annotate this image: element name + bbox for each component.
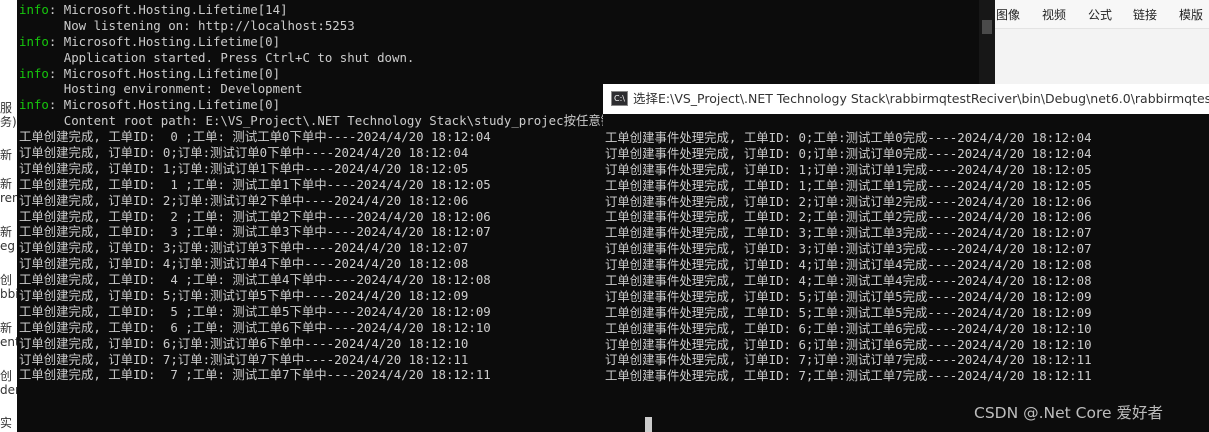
log-message: 订单创建完成, 订单ID: 3;订单:测试订单3下单中----2024/4/20… — [19, 240, 469, 256]
terminal-line: 订单创建事件处理完成, 订单ID: 5;订单:测试订单5完成----2024/4… — [605, 288, 1092, 304]
left-strip-fragment: 创 — [0, 273, 13, 287]
log-message: 订单创建完成, 订单ID: 1;订单:测试订单1下单中----2024/4/20… — [19, 160, 469, 176]
left-strip-fragment: 实 — [0, 416, 13, 430]
editor-toolbar: 图像 视频 公式 链接 模版 — [980, 0, 1209, 29]
terminal-line: 订单创建事件处理完成, 订单ID: 7;订单:测试订单7完成----2024/4… — [605, 352, 1092, 368]
toolbar-formula-button[interactable]: 公式 — [1088, 6, 1112, 23]
terminal-line: info: Microsoft.Hosting.Lifetime[0] — [19, 66, 979, 82]
terminal-line: 订单创建事件处理完成, 订单ID: 0;订单:测试订单0完成----2024/4… — [605, 145, 1092, 161]
terminal-line: 工单创建事件处理完成, 工单ID: 4;工单:测试工单4完成----2024/4… — [605, 273, 1092, 289]
toolbar-template-button[interactable]: 模版 — [1179, 6, 1203, 23]
log-message: 订单创建完成, 订单ID: 5;订单:测试订单5下单中----2024/4/20… — [19, 288, 469, 304]
left-strip-fragment: 务) — [0, 115, 17, 129]
log-level-label: info — [19, 2, 49, 17]
log-message: 工单创建完成, 工单ID: 4 ;工单: 测试工单4下单中----2024/4/… — [19, 272, 491, 288]
terminal-line: 工单创建事件处理完成, 工单ID: 3;工单:测试工单3完成----2024/4… — [605, 225, 1092, 241]
log-message: Now listening on: http://localhost:5253 — [19, 17, 355, 33]
terminal-line: Application started. Press Ctrl+C to shu… — [19, 50, 979, 66]
left-strip-fragment: bbi — [0, 287, 19, 301]
terminal-line: 订单创建事件处理完成, 订单ID: 1;订单:测试订单1完成----2024/4… — [605, 161, 1092, 177]
log-message: 工单创建完成, 工单ID: 0 ;工单: 测试工单0下单中----2024/4/… — [19, 129, 491, 145]
console-app-icon: C:\ — [611, 91, 628, 106]
terminal-titlebar[interactable]: C:\ 选择E:\VS_Project\.NET Technology Stack… — [603, 84, 1209, 114]
left-strip-fragment: 新 — [0, 321, 13, 335]
log-message: 工单创建完成, 工单ID: 7 ;工单: 测试工单7下单中----2024/4/… — [19, 367, 491, 383]
scrollbar-thumb[interactable] — [982, 20, 992, 34]
toolbar-video-button[interactable]: 视频 — [1042, 6, 1066, 23]
window-title: 选择E:\VS_Project\.NET Technology Stack\ra… — [633, 91, 1209, 106]
terminal-line: 订单创建事件处理完成, 订单ID: 2;订单:测试订单2完成----2024/4… — [605, 193, 1092, 209]
log-message: : Microsoft.Hosting.Lifetime[14] — [48, 2, 288, 17]
log-message: 订单创建完成, 订单ID: 6;订单:测试订单6下单中----2024/4/20… — [19, 335, 469, 351]
log-message: 订单创建完成, 订单ID: 0;订单:测试订单0下单中----2024/4/20… — [19, 145, 469, 161]
log-message: 订单创建完成, 订单ID: 4;订单:测试订单4下单中----2024/4/20… — [19, 256, 469, 272]
left-strip-fragment: 新 — [0, 177, 13, 191]
log-message: : Microsoft.Hosting.Lifetime[0] — [48, 97, 281, 113]
toolbar-link-button[interactable]: 链接 — [1133, 6, 1157, 23]
terminal-line: 工单创建事件处理完成, 工单ID: 2;工单:测试工单2完成----2024/4… — [605, 209, 1092, 225]
log-message: : Microsoft.Hosting.Lifetime[0] — [48, 65, 281, 81]
log-level-label: info — [19, 65, 49, 81]
log-message: 工单创建完成, 工单ID: 5 ;工单: 测试工单5下单中----2024/4/… — [19, 303, 491, 319]
log-message: 工单创建完成, 工单ID: 3 ;工单: 测试工单3下单中----2024/4/… — [19, 224, 491, 240]
terminal-line: info: Microsoft.Hosting.Lifetime[0] — [19, 34, 979, 50]
log-message: 工单创建完成, 工单ID: 2 ;工单: 测试工单2下单中----2024/4/… — [19, 208, 491, 224]
text-cursor — [645, 417, 652, 432]
log-level-label: info — [19, 97, 49, 113]
terminal-line: 订单创建事件处理完成, 订单ID: 3;订单:测试订单3完成----2024/4… — [605, 241, 1092, 257]
terminal-line: 工单创建事件处理完成, 工单ID: 5;工单:测试工单5完成----2024/4… — [605, 304, 1092, 320]
log-message: : Microsoft.Hosting.Lifetime[0] — [48, 33, 281, 49]
terminal-output: 工单创建事件处理完成, 工单ID: 0;工单:测试工单0完成----2024/4… — [605, 130, 1209, 384]
log-message: 订单创建完成, 订单ID: 7;订单:测试订单7下单中----2024/4/20… — [19, 351, 469, 367]
terminal-line: 订单创建事件处理完成, 订单ID: 4;订单:测试订单4完成----2024/4… — [605, 257, 1092, 273]
log-message: Hosting environment: Development — [19, 81, 303, 97]
terminal-window-receiver[interactable]: C:\ 选择E:\VS_Project\.NET Technology Stack… — [603, 84, 1209, 432]
left-strip-fragment: 创 — [0, 369, 13, 383]
log-message: Application started. Press Ctrl+C to shu… — [19, 49, 415, 65]
terminal-line: Now listening on: http://localhost:5253 — [19, 18, 979, 34]
terminal-line: 工单创建事件处理完成, 工单ID: 1;工单:测试工单1完成----2024/4… — [605, 177, 1092, 193]
terminal-line: 工单创建事件处理完成, 工单ID: 6;工单:测试工单6完成----2024/4… — [605, 320, 1092, 336]
terminal-line: 工单创建事件处理完成, 工单ID: 0;工单:测试工单0完成----2024/4… — [605, 130, 1092, 145]
csdn-watermark: CSDN @.Net Core 爱好者 — [974, 404, 1163, 422]
log-message: Content root path: E:\VS_Project\.NET Te… — [19, 113, 661, 129]
terminal-line: 订单创建事件处理完成, 订单ID: 6;订单:测试订单6完成----2024/4… — [605, 336, 1092, 352]
log-message: 工单创建完成, 工单ID: 6 ;工单: 测试工单6下单中----2024/4/… — [19, 319, 491, 335]
log-message: 订单创建完成, 订单ID: 2;订单:测试订单2下单中----2024/4/20… — [19, 192, 469, 208]
terminal-line: 工单创建事件处理完成, 工单ID: 7;工单:测试工单7完成----2024/4… — [605, 368, 1092, 384]
log-level-label: info — [19, 33, 49, 49]
left-strip-fragment: eg — [0, 239, 15, 253]
log-message: 工单创建完成, 工单ID: 1 ;工单: 测试工单1下单中----2024/4/… — [19, 176, 491, 192]
left-strip-fragment: 新 — [0, 225, 13, 239]
left-strip-fragment: 新 — [0, 148, 13, 162]
terminal-line: info: Microsoft.Hosting.Lifetime[14] — [19, 2, 979, 18]
toolbar-image-button[interactable]: 图像 — [996, 6, 1020, 23]
